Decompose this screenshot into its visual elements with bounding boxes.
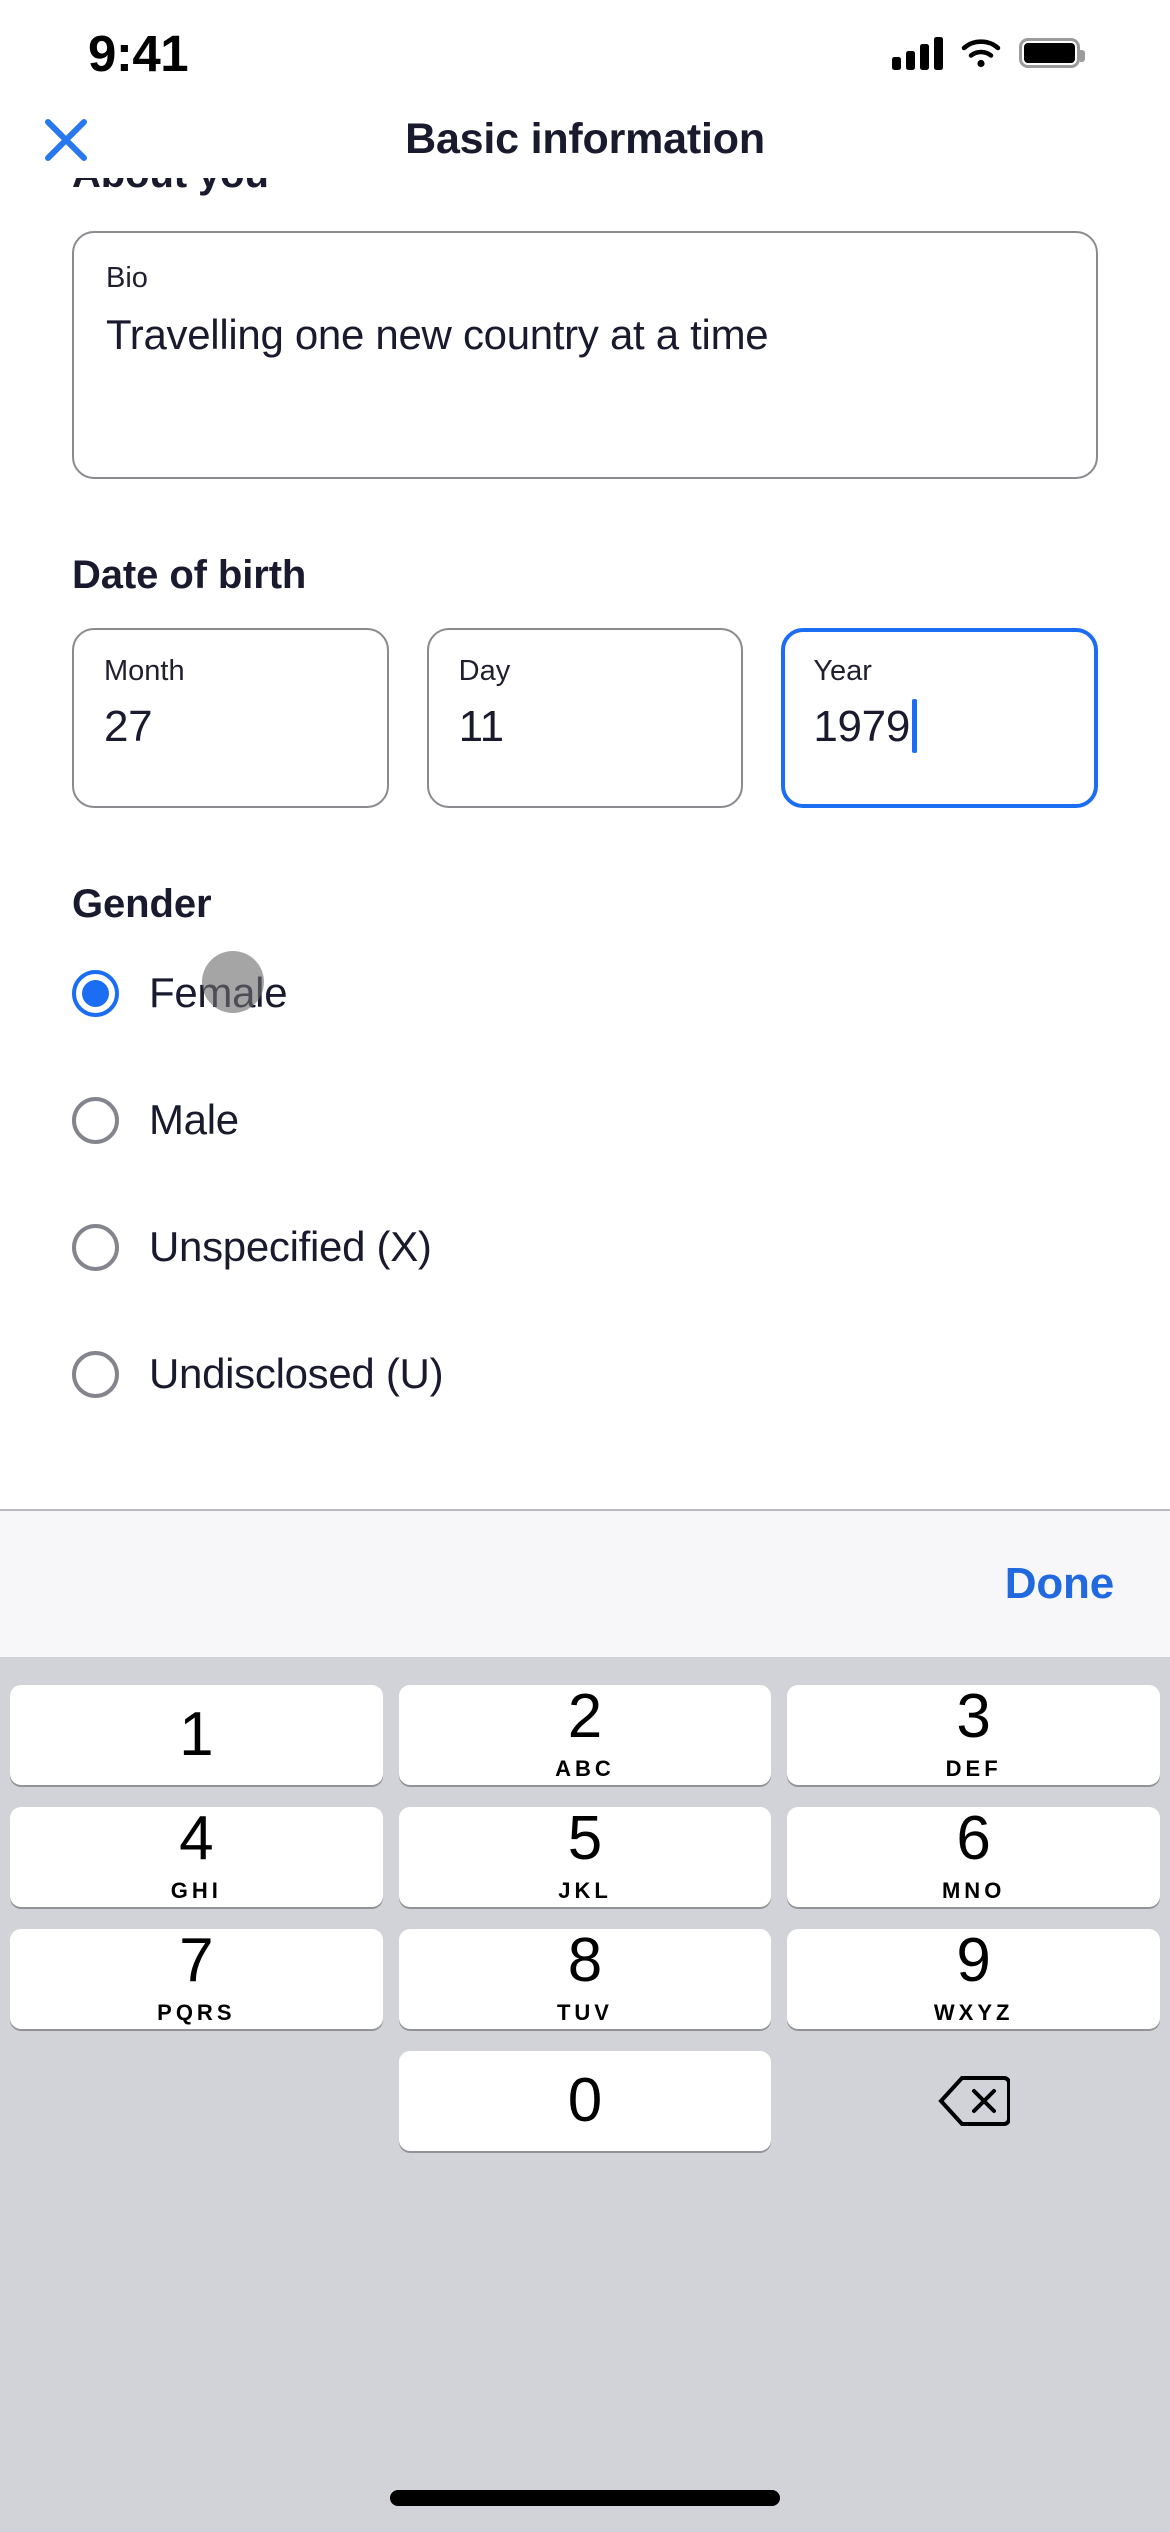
signal-bars-icon	[892, 36, 943, 70]
key-digit: 7	[179, 1926, 214, 1996]
keyboard-accessory-bar: Done	[0, 1509, 1170, 1657]
gender-option-label: Female	[149, 969, 288, 1016]
key-letters: DEF	[945, 1755, 1002, 1781]
page-title: Basic information	[405, 114, 765, 163]
keypad-grid: 1 2 ABC 3 DEF 4 GHI 5 JKL 6 MNO 7 PQRS 8…	[0, 1685, 1170, 2151]
day-value: 11	[458, 701, 504, 751]
bio-input[interactable]: Bio Travelling one new country at a time	[72, 231, 1098, 479]
key-digit: 3	[956, 1682, 991, 1752]
key-5[interactable]: 5 JKL	[398, 1804, 772, 1907]
key-letters: GHI	[170, 1877, 222, 1903]
key-blank	[10, 2051, 383, 2151]
key-letters: TUV	[556, 1999, 613, 2025]
key-digit: 5	[567, 1804, 603, 1874]
gender-option-female[interactable]: Female	[72, 951, 1098, 1025]
date-of-birth-row: Month 27 Day 11 Year 1979	[72, 628, 1099, 808]
key-6[interactable]: 6 MNO	[787, 1807, 1160, 1907]
about-you-heading: About you	[72, 178, 1098, 197]
year-value: 1979	[813, 701, 911, 751]
month-value: 27	[104, 701, 153, 751]
gender-option-label: Undisclosed (U)	[149, 1350, 444, 1397]
radio-unselected-icon	[72, 1223, 119, 1271]
date-of-birth-heading: Date of birth	[72, 553, 307, 597]
gender-option-undisclosed[interactable]: Undisclosed (U)	[72, 1342, 1098, 1406]
nav-header: Basic information	[0, 100, 1170, 178]
key-8[interactable]: 8 TUV	[398, 1926, 772, 2029]
battery-full-icon	[1019, 38, 1085, 68]
key-digit: 6	[956, 1804, 991, 1874]
key-letters: WXYZ	[933, 1999, 1014, 2025]
form-scroll-area[interactable]: About you Bio Travelling one new country…	[0, 178, 1170, 1509]
year-input[interactable]: Year 1979	[781, 628, 1099, 808]
gender-option-label: Unspecified (X)	[149, 1223, 432, 1270]
key-digit: 0	[567, 2065, 603, 2135]
gender-option-label: Male	[149, 1096, 239, 1143]
day-input[interactable]: Day 11	[426, 628, 744, 808]
key-digit: 9	[956, 1926, 991, 1996]
key-letters: ABC	[555, 1755, 615, 1781]
key-delete[interactable]	[787, 2051, 1160, 2151]
radio-unselected-icon	[72, 1096, 119, 1144]
backspace-delete-icon	[937, 2076, 1010, 2126]
numeric-keyboard: 1 2 ABC 3 DEF 4 GHI 5 JKL 6 MNO 7 PQRS 8…	[0, 1657, 1170, 2532]
key-letters: MNO	[941, 1877, 1006, 1903]
key-1[interactable]: 1	[10, 1685, 383, 1785]
text-cursor	[912, 698, 918, 753]
gender-heading: Gender	[72, 882, 212, 926]
radio-selected-icon	[72, 969, 119, 1017]
gender-option-male[interactable]: Male	[72, 1088, 1098, 1152]
key-4[interactable]: 4 GHI	[10, 1807, 383, 1907]
gender-radio-group: Female Male Unspecified (X) Undisclosed …	[72, 951, 1098, 1406]
key-0[interactable]: 0	[398, 2051, 772, 2151]
key-letters: JKL	[558, 1877, 612, 1903]
key-digit: 8	[567, 1926, 603, 1996]
phone-screen: 9:41 Basic information About you B	[0, 0, 1170, 2532]
done-button[interactable]: Done	[1005, 1559, 1114, 1609]
home-indicator	[390, 2490, 780, 2506]
bio-label: Bio	[106, 262, 148, 294]
year-label: Year	[813, 655, 872, 687]
radio-unselected-icon	[72, 1350, 119, 1398]
key-3[interactable]: 3 DEF	[787, 1685, 1160, 1785]
day-label: Day	[458, 655, 511, 687]
status-bar-indicators	[892, 36, 1085, 70]
key-9[interactable]: 9 WXYZ	[787, 1929, 1160, 2029]
key-7[interactable]: 7 PQRS	[10, 1929, 383, 2029]
key-digit: 1	[179, 1699, 214, 1769]
key-2[interactable]: 2 ABC	[398, 1682, 772, 1785]
key-digit: 2	[567, 1682, 603, 1752]
month-input[interactable]: Month 27	[72, 628, 389, 808]
month-label: Month	[104, 655, 185, 687]
status-bar-time: 9:41	[88, 24, 189, 82]
bio-value: Travelling one new country at a time	[106, 310, 769, 358]
wifi-icon	[961, 39, 1001, 68]
key-letters: PQRS	[157, 1999, 236, 2025]
gender-option-unspecified[interactable]: Unspecified (X)	[72, 1215, 1098, 1279]
status-bar: 9:41	[0, 0, 1170, 100]
key-digit: 4	[179, 1804, 214, 1874]
